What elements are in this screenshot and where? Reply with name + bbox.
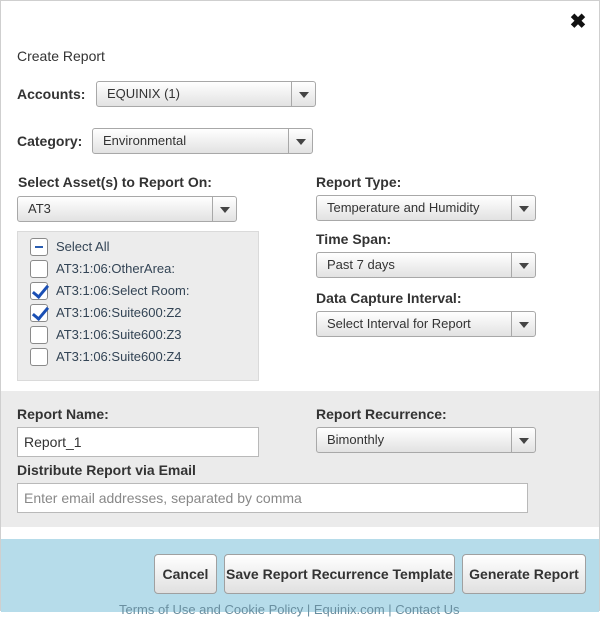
recurrence-value: Bimonthly	[327, 432, 385, 447]
generate-report-button[interactable]: Generate Report	[462, 554, 586, 594]
time-span-dropdown[interactable]: Past 7 days	[316, 252, 536, 278]
capture-interval-label: Data Capture Interval:	[316, 290, 462, 306]
time-span-label: Time Span:	[316, 231, 392, 247]
accounts-value: EQUINIX (1)	[107, 86, 180, 101]
category-label: Category:	[17, 133, 83, 149]
chevron-down-icon	[291, 82, 315, 106]
list-item-label: Select All	[56, 239, 110, 254]
assets-value: AT3	[28, 201, 51, 216]
report-type-value: Temperature and Humidity	[327, 200, 480, 215]
category-value: Environmental	[103, 133, 187, 148]
save-template-button[interactable]: Save Report Recurrence Template	[224, 554, 455, 594]
cancel-button[interactable]: Cancel	[154, 554, 217, 594]
capture-interval-value: Select Interval for Report	[327, 316, 471, 331]
recurrence-dropdown[interactable]: Bimonthly	[316, 427, 536, 453]
capture-interval-dropdown[interactable]: Select Interval for Report	[316, 311, 536, 337]
chevron-down-icon	[511, 428, 535, 452]
list-item-label: AT3:1:06:Select Room:	[56, 283, 190, 298]
report-type-dropdown[interactable]: Temperature and Humidity	[316, 195, 536, 221]
chevron-down-icon	[288, 129, 312, 153]
chevron-down-icon	[511, 312, 535, 336]
email-label: Distribute Report via Email	[17, 462, 196, 478]
report-type-label: Report Type:	[316, 174, 402, 190]
recurrence-label: Report Recurrence:	[316, 406, 447, 422]
checkbox-icon[interactable]	[30, 326, 48, 344]
dialog-title: Create Report	[17, 48, 105, 64]
list-item-label: AT3:1:06:Suite600:Z4	[56, 349, 182, 364]
checkbox-partial-icon[interactable]	[30, 238, 48, 256]
report-name-label: Report Name:	[17, 406, 109, 422]
email-field[interactable]: Enter email addresses, separated by comm…	[17, 483, 528, 513]
chevron-down-icon	[511, 253, 535, 277]
checkbox-checked-icon[interactable]	[30, 304, 48, 322]
list-item-label: AT3:1:06:Suite600:Z2	[56, 305, 182, 320]
asset-checklist[interactable]: Select All AT3:1:06:OtherArea: AT3:1:06:…	[17, 231, 259, 381]
close-icon[interactable]: ✖	[567, 11, 589, 33]
footer-links[interactable]: Terms of Use and Cookie Policy | Equinix…	[119, 602, 460, 617]
accounts-label: Accounts:	[17, 86, 86, 102]
checkbox-checked-icon[interactable]	[30, 282, 48, 300]
category-dropdown[interactable]: Environmental	[92, 128, 313, 154]
create-report-dialog: ✖ Create Report Accounts: EQUINIX (1) Ca…	[0, 0, 600, 617]
chevron-down-icon	[212, 197, 236, 221]
assets-dropdown[interactable]: AT3	[17, 196, 237, 222]
assets-label: Select Asset(s) to Report On:	[18, 174, 212, 190]
report-name-input[interactable]: Report_1	[17, 427, 259, 457]
time-span-value: Past 7 days	[327, 257, 395, 272]
list-item-label: AT3:1:06:OtherArea:	[56, 261, 175, 276]
accounts-dropdown[interactable]: EQUINIX (1)	[96, 81, 316, 107]
chevron-down-icon	[511, 196, 535, 220]
list-item-label: AT3:1:06:Suite600:Z3	[56, 327, 182, 342]
checkbox-icon[interactable]	[30, 260, 48, 278]
checkbox-icon[interactable]	[30, 348, 48, 366]
